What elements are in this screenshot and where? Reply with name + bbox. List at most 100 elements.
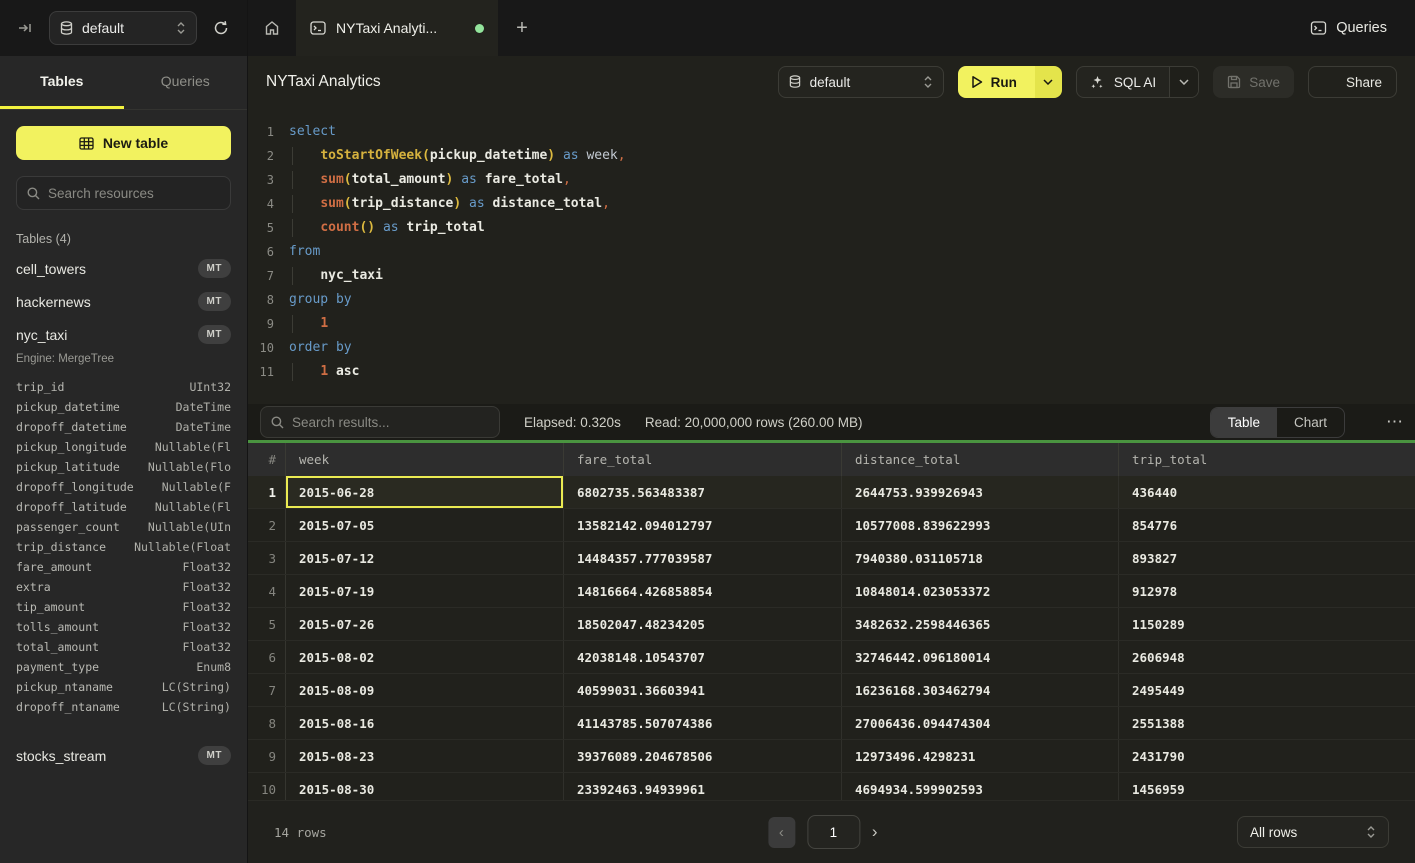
table-cell[interactable]: 2495449 (1119, 674, 1415, 706)
results-search[interactable] (260, 406, 500, 438)
table-cell[interactable]: 2015-08-02 (286, 641, 564, 673)
header-cell-trip_total[interactable]: trip_total (1119, 443, 1415, 476)
editor-line[interactable]: 1select (248, 120, 1415, 144)
queries-link[interactable]: Queries (1310, 20, 1387, 36)
editor-line[interactable]: 3 sum(total_amount) as fare_total, (248, 168, 1415, 192)
editor-line[interactable]: 2 toStartOfWeek(pickup_datetime) as week… (248, 144, 1415, 168)
table-row[interactable]: 102015-08-3023392463.949399614694934.599… (248, 773, 1415, 800)
prev-page-button[interactable]: ‹ (768, 817, 795, 848)
query-database-selector[interactable]: default (778, 66, 944, 98)
table-cell[interactable]: 436440 (1119, 476, 1415, 508)
editor-line[interactable]: 8group by (248, 288, 1415, 312)
table-row[interactable]: 72015-08-0940599031.3660394116236168.303… (248, 674, 1415, 707)
table-cell[interactable]: 1150289 (1119, 608, 1415, 640)
table-row[interactable]: 12015-06-286802735.5634833872644753.9399… (248, 476, 1415, 509)
sql-ai-options-button[interactable] (1169, 67, 1198, 97)
header-cell-fare_total[interactable]: fare_total (564, 443, 842, 476)
table-cell[interactable]: 854776 (1119, 509, 1415, 541)
table-cell[interactable]: 27006436.094474304 (842, 707, 1119, 739)
run-options-button[interactable] (1035, 66, 1062, 98)
table-cell[interactable]: 7940380.031105718 (842, 542, 1119, 574)
editor-line[interactable]: 4 sum(trip_distance) as distance_total, (248, 192, 1415, 216)
table-cell[interactable]: 1456959 (1119, 773, 1415, 800)
table-cell[interactable]: 10848014.023053372 (842, 575, 1119, 607)
table-cell[interactable]: 39376089.204678506 (564, 740, 842, 772)
tab-nytaxi-analytics[interactable]: NYTaxi Analyti... (296, 0, 498, 56)
table-cell[interactable]: 912978 (1119, 575, 1415, 607)
table-cell[interactable]: 13582142.094012797 (564, 509, 842, 541)
sql-ai-button[interactable]: SQL AI (1077, 67, 1169, 97)
home-button[interactable] (248, 0, 296, 56)
table-cell[interactable]: 2015-07-26 (286, 608, 564, 640)
table-cell[interactable]: 2015-07-12 (286, 542, 564, 574)
sidebar-table-item-hackernews[interactable]: hackernewsMT (0, 285, 247, 318)
sidebar-tab-queries[interactable]: Queries (124, 56, 248, 109)
table-cell[interactable]: 12973496.4298231 (842, 740, 1119, 772)
table-cell[interactable]: 4694934.599902593 (842, 773, 1119, 800)
page-size-selector[interactable]: All rows (1237, 816, 1389, 848)
table-cell[interactable]: 42038148.10543707 (564, 641, 842, 673)
table-cell[interactable]: 2606948 (1119, 641, 1415, 673)
table-cell[interactable]: 2015-08-30 (286, 773, 564, 800)
table-cell[interactable]: 40599031.36603941 (564, 674, 842, 706)
table-cell[interactable]: 18502047.48234205 (564, 608, 842, 640)
header-cell-distance_total[interactable]: distance_total (842, 443, 1119, 476)
table-cell[interactable]: 2015-08-09 (286, 674, 564, 706)
table-cell[interactable]: 32746442.096180014 (842, 641, 1119, 673)
editor-line[interactable]: 5 count() as trip_total (248, 216, 1415, 240)
table-cell[interactable]: 2015-08-23 (286, 740, 564, 772)
collapse-sidebar-button[interactable] (14, 17, 37, 39)
results-search-input[interactable] (292, 415, 489, 430)
table-row[interactable]: 22015-07-0513582142.09401279710577008.83… (248, 509, 1415, 542)
view-tab-chart[interactable]: Chart (1277, 408, 1344, 437)
table-row[interactable]: 62015-08-0242038148.1054370732746442.096… (248, 641, 1415, 674)
refresh-button[interactable] (209, 16, 233, 40)
sidebar-search[interactable] (16, 176, 231, 210)
table-cell[interactable]: 2015-08-16 (286, 707, 564, 739)
table-cell[interactable]: 2015-07-19 (286, 575, 564, 607)
next-page-button[interactable]: › (872, 822, 878, 842)
table-cell[interactable]: 10577008.839622993 (842, 509, 1119, 541)
table-cell[interactable]: 2644753.939926943 (842, 476, 1119, 508)
editor-line[interactable]: 9 1 (248, 312, 1415, 336)
column-name: passenger_count (16, 517, 120, 537)
table-cell[interactable]: 14816664.426858854 (564, 575, 842, 607)
table-row[interactable]: 42015-07-1914816664.42685885410848014.02… (248, 575, 1415, 608)
table-cell[interactable]: 2015-06-28 (286, 476, 564, 508)
table-row[interactable]: 82015-08-1641143785.50707438627006436.09… (248, 707, 1415, 740)
table-cell[interactable]: 3482632.2598446365 (842, 608, 1119, 640)
sql-editor[interactable]: 1select2 toStartOfWeek(pickup_datetime) … (248, 108, 1415, 404)
view-tab-table[interactable]: Table (1211, 408, 1277, 437)
sidebar-table-item-nyc_taxi[interactable]: nyc_taxiMT (0, 318, 247, 351)
editor-line[interactable]: 10order by (248, 336, 1415, 360)
table-row[interactable]: 52015-07-2618502047.482342053482632.2598… (248, 608, 1415, 641)
table-cell[interactable]: 2551388 (1119, 707, 1415, 739)
header-cell-week[interactable]: week (286, 443, 564, 476)
current-page[interactable]: 1 (807, 815, 860, 849)
table-cell[interactable]: 2015-07-05 (286, 509, 564, 541)
editor-line[interactable]: 11 1 asc (248, 360, 1415, 384)
table-cell[interactable]: 14484357.777039587 (564, 542, 842, 574)
more-options-button[interactable]: ⋯ (1369, 412, 1403, 432)
new-table-button[interactable]: New table (16, 126, 231, 160)
table-cell[interactable]: 893827 (1119, 542, 1415, 574)
run-button[interactable]: Run (958, 66, 1035, 98)
table-cell[interactable]: 23392463.94939961 (564, 773, 842, 800)
table-row[interactable]: 32015-07-1214484357.7770395877940380.031… (248, 542, 1415, 575)
table-row[interactable]: 92015-08-2339376089.20467850612973496.42… (248, 740, 1415, 773)
database-selector[interactable]: default (49, 11, 197, 45)
sidebar-search-input[interactable] (48, 186, 220, 201)
share-button[interactable]: Share (1308, 66, 1397, 98)
new-tab-button[interactable]: + (498, 0, 546, 56)
table-cell[interactable]: 41143785.507074386 (564, 707, 842, 739)
editor-line[interactable]: 7 nyc_taxi (248, 264, 1415, 288)
table-cell[interactable]: 6802735.563483387 (564, 476, 842, 508)
editor-line[interactable]: 6from (248, 240, 1415, 264)
table-cell[interactable]: 16236168.303462794 (842, 674, 1119, 706)
save-button[interactable]: Save (1213, 66, 1294, 98)
column-name: pickup_ntaname (16, 677, 113, 697)
table-cell[interactable]: 2431790 (1119, 740, 1415, 772)
sidebar-tab-tables[interactable]: Tables (0, 56, 124, 109)
sidebar-table-item-stocks_stream[interactable]: stocks_streamMT (0, 739, 247, 772)
sidebar-table-item-cell_towers[interactable]: cell_towersMT (0, 252, 247, 285)
